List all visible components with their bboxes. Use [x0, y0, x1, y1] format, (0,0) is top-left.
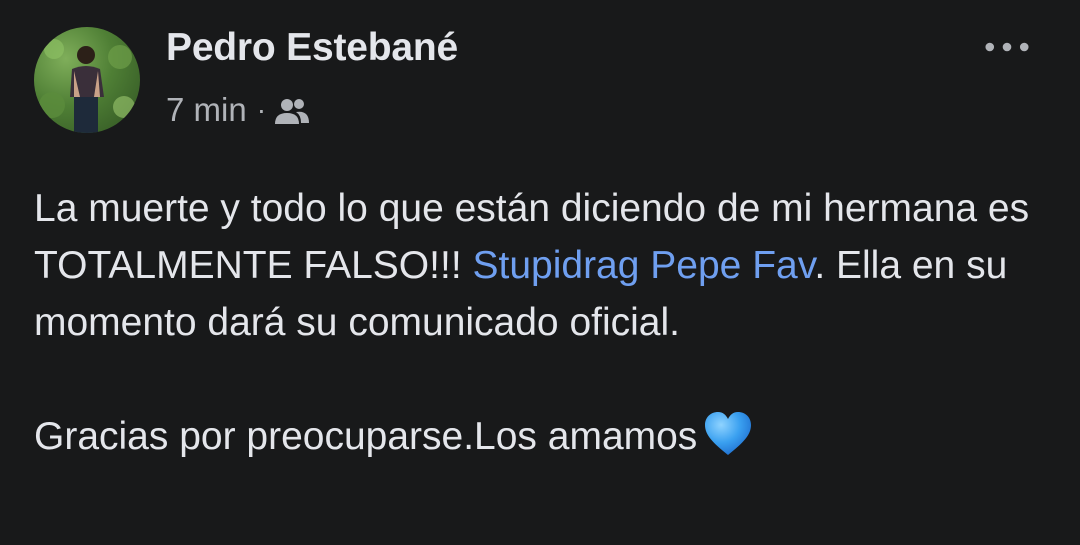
more-options-button[interactable]: [978, 30, 1036, 64]
post-body: La muerte y todo lo que están diciendo d…: [34, 180, 1054, 465]
avatar-photo: [39, 39, 135, 133]
post-timestamp[interactable]: 7 min: [166, 91, 247, 129]
post-card: Pedro Estebané 7 min · La muerte y todo …: [0, 0, 1080, 545]
mention-link[interactable]: Stupidrag Pepe Fav: [472, 244, 814, 287]
meta-separator: ·: [256, 94, 267, 125]
post-paragraph-2: Gracias por preocuparse.Los amamos: [34, 408, 1054, 465]
post-text-part-3: Gracias por preocuparse.Los amamos: [34, 415, 698, 458]
author-name[interactable]: Pedro Estebané: [166, 26, 458, 70]
more-options-icon: [985, 42, 1029, 52]
blue-heart-icon: [703, 411, 753, 457]
post-meta: 7 min ·: [166, 88, 310, 132]
post-paragraph-1: La muerte y todo lo que están diciendo d…: [34, 180, 1054, 351]
friends-icon[interactable]: [274, 96, 310, 126]
author-avatar[interactable]: [34, 27, 140, 133]
